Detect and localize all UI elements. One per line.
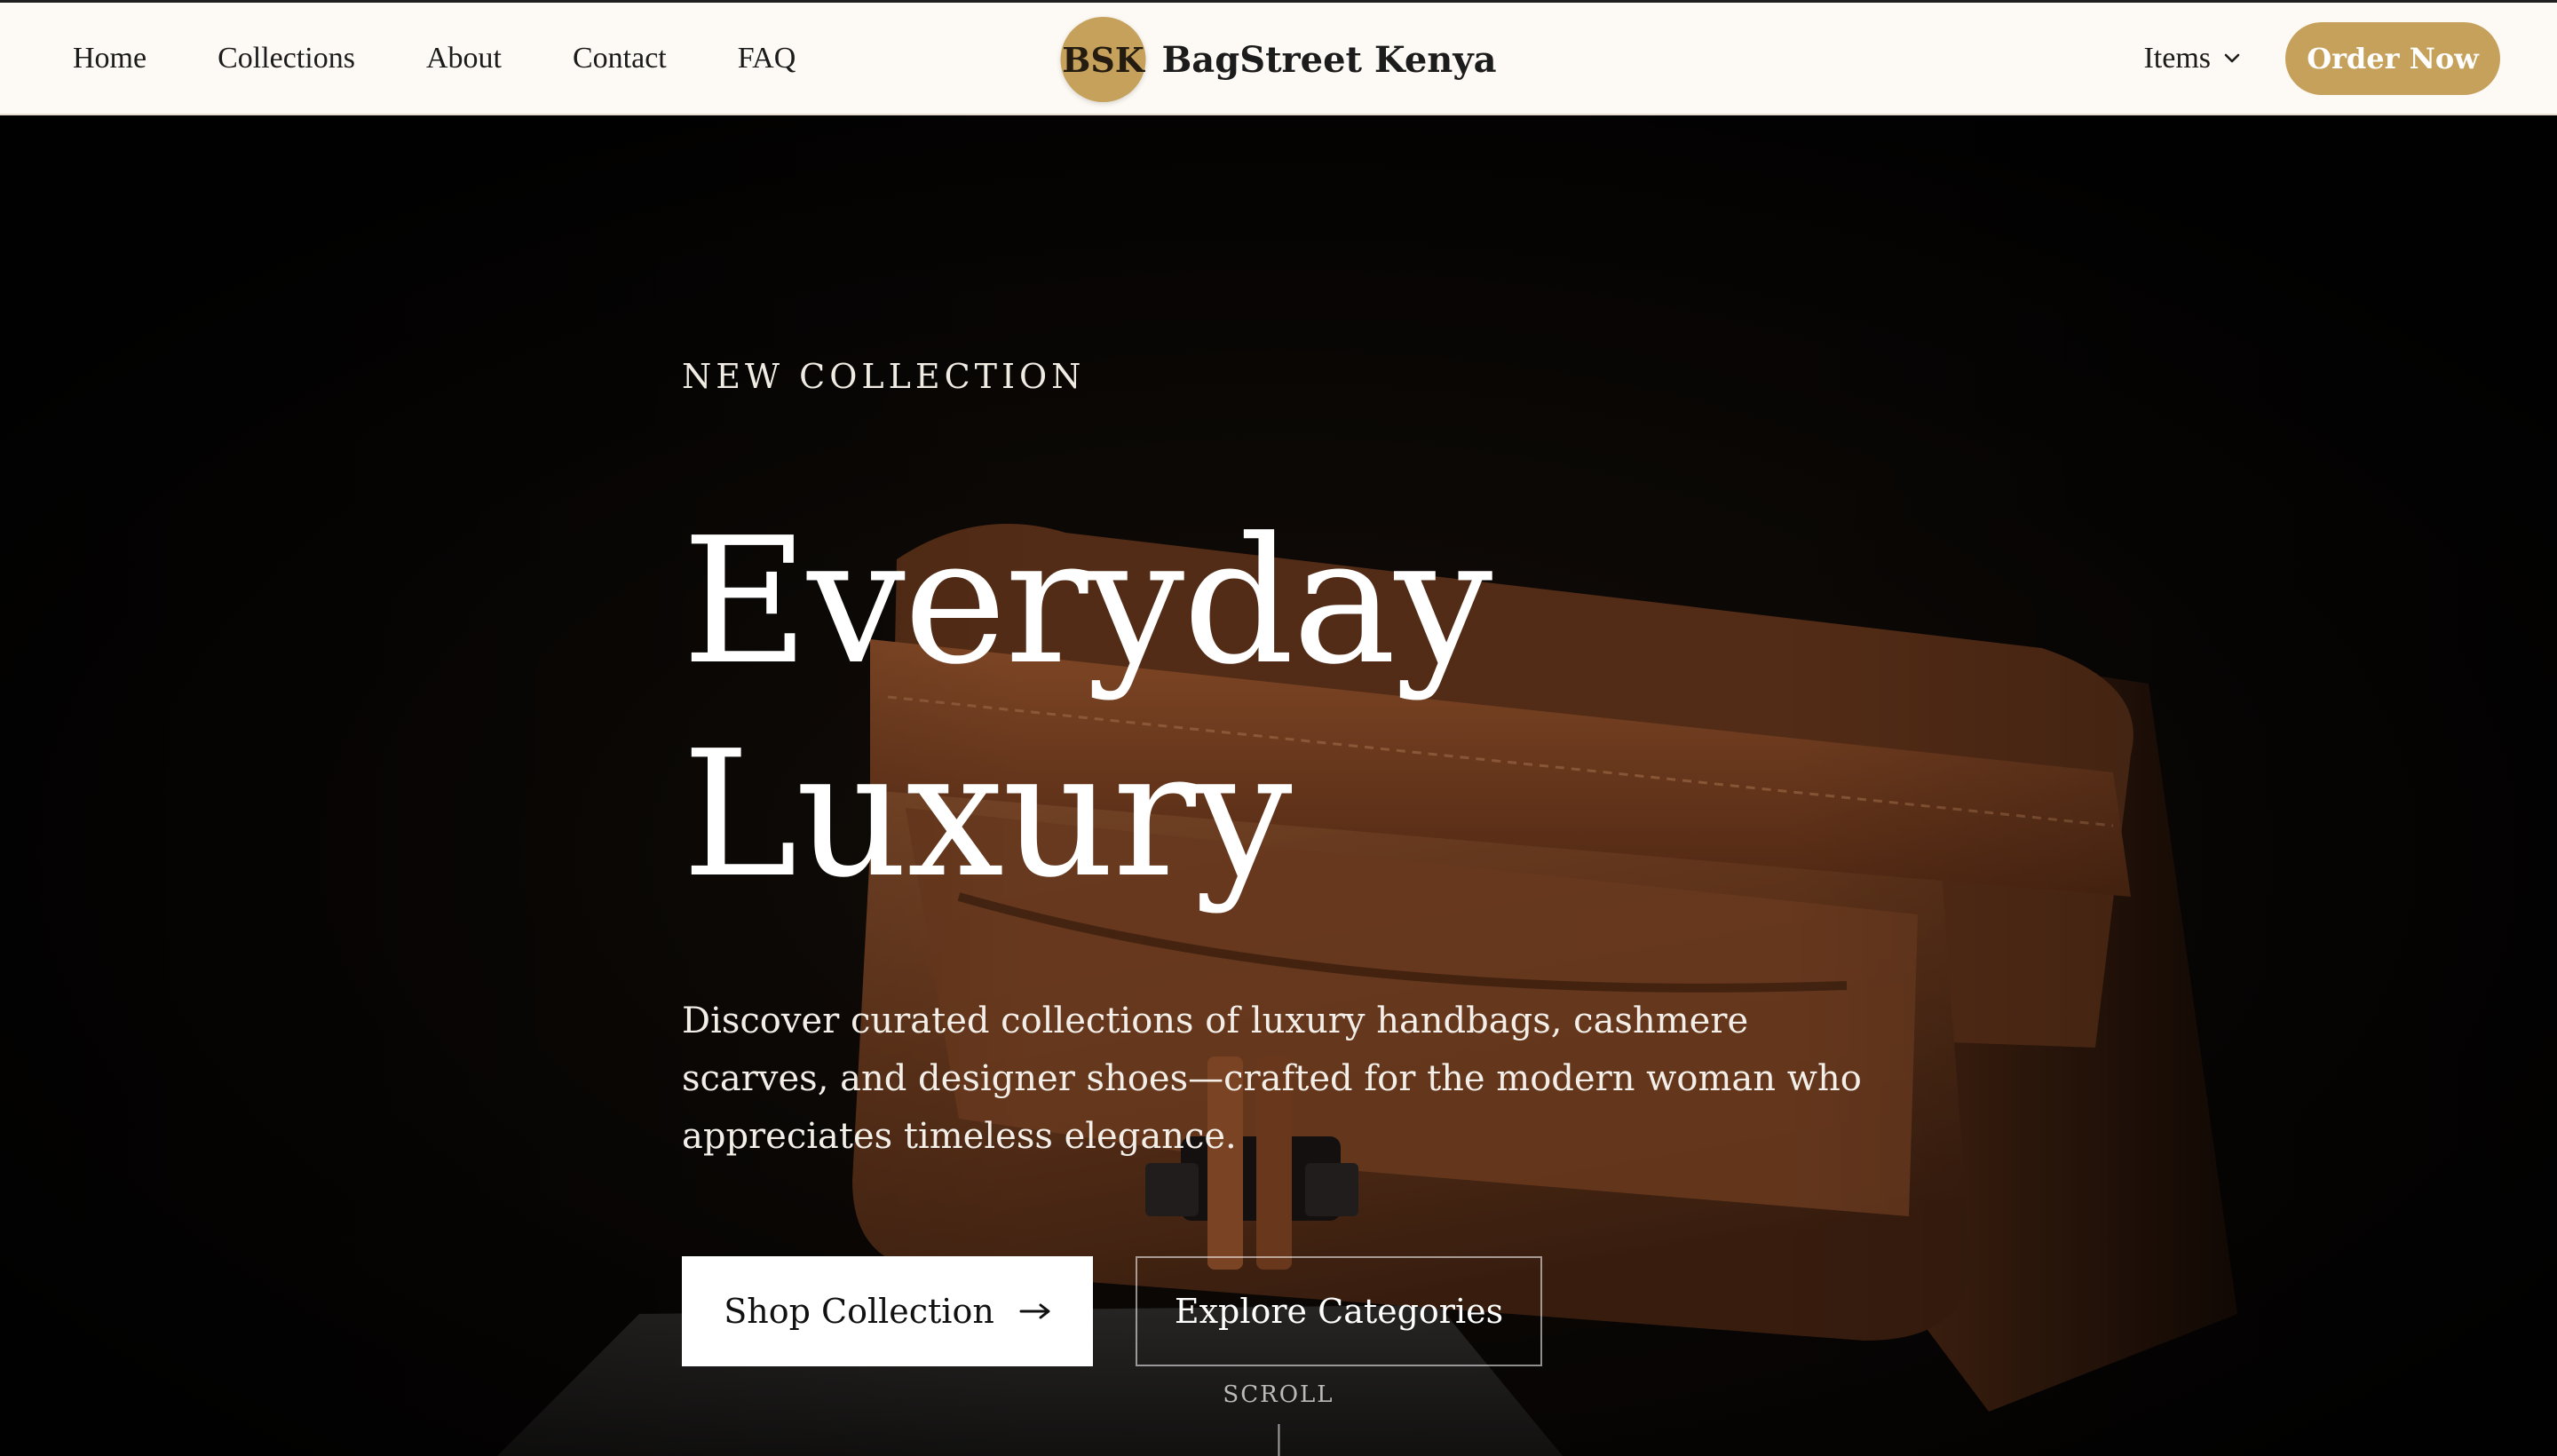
nav-link-faq[interactable]: FAQ — [738, 42, 796, 75]
explore-categories-button[interactable]: Explore Categories — [1136, 1256, 1542, 1366]
chevron-down-icon — [2224, 53, 2240, 62]
hero-cta-group: Shop Collection Explore Categories — [682, 1256, 1925, 1366]
site-header: Home Collections About Contact FAQ BSK B… — [0, 0, 2557, 115]
nav-link-home[interactable]: Home — [73, 42, 146, 75]
scroll-indicator[interactable]: SCROLL — [1223, 1381, 1334, 1456]
order-now-button[interactable]: Order Now — [2285, 21, 2500, 95]
hero-description: Discover curated collections of luxury h… — [682, 1001, 1862, 1157]
hero-content: NEW COLLECTION Everyday Luxury Discover … — [682, 357, 1925, 1366]
scroll-label: SCROLL — [1223, 1381, 1334, 1408]
items-dropdown[interactable]: Items — [2143, 42, 2241, 75]
shop-collection-label: Shop Collection — [724, 1292, 994, 1331]
shop-collection-button[interactable]: Shop Collection — [682, 1256, 1093, 1366]
arrow-right-icon — [1019, 1303, 1050, 1319]
hero-headline-line1: Everyday — [682, 501, 1492, 703]
scroll-line — [1277, 1424, 1279, 1456]
nav-link-contact[interactable]: Contact — [573, 42, 667, 75]
items-dropdown-label: Items — [2143, 41, 2211, 75]
brand-badge-logo: BSK — [1060, 17, 1146, 102]
hero-section: NEW COLLECTION Everyday Luxury Discover … — [0, 115, 2557, 1456]
nav-link-collections[interactable]: Collections — [218, 42, 355, 75]
hero-headline-line2: Luxury — [682, 714, 1293, 916]
hero-headline: Everyday Luxury — [682, 495, 1925, 922]
nav-link-about[interactable]: About — [426, 42, 502, 75]
brand-name: BagStreet Kenya — [1161, 38, 1497, 81]
brand-logo-link[interactable]: BSK BagStreet Kenya — [1060, 17, 1497, 102]
header-actions: Items Order Now — [2143, 21, 2500, 95]
hero-eyebrow: NEW COLLECTION — [682, 357, 1086, 396]
main-navigation: Home Collections About Contact FAQ — [73, 42, 796, 75]
